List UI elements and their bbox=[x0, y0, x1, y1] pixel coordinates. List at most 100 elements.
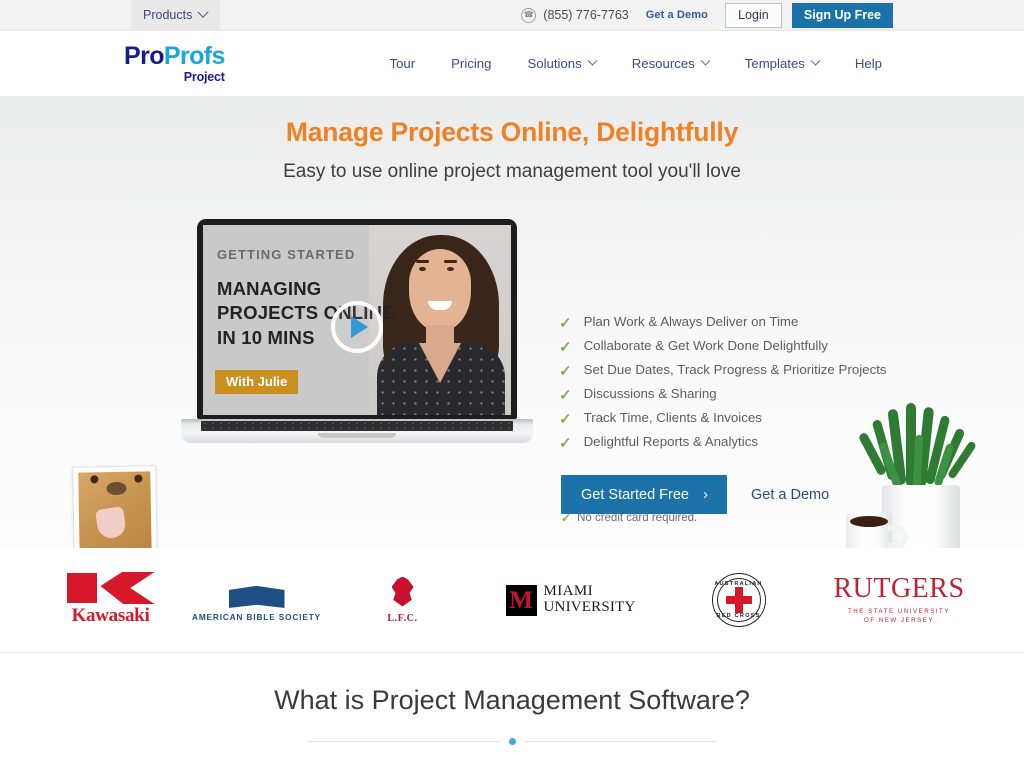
book-shape bbox=[228, 586, 285, 608]
dog-eye-right bbox=[134, 474, 143, 483]
dog-tongue bbox=[94, 506, 128, 541]
rutgers-sub2: OF NEW JERSEY bbox=[863, 617, 935, 624]
presenter-eye-left bbox=[419, 267, 426, 271]
feature-label: Track Time, Clients & Invoices bbox=[583, 410, 762, 425]
feature-label: Collaborate & Get Work Done Delightfully bbox=[583, 338, 828, 353]
hero-cta-row: Get Started Free › Get a Demo bbox=[561, 475, 829, 514]
miami-lockup: M MIAMI UNIVERSITY bbox=[505, 583, 636, 616]
feature-label: Delightful Reports & Analytics bbox=[583, 434, 758, 449]
landing-page: Products ☎ (855) 776-7763 Get a Demo Log… bbox=[0, 0, 1024, 764]
nav-item-resources[interactable]: Resources bbox=[614, 55, 727, 71]
section-title: What is Project Management Software? bbox=[274, 685, 750, 715]
chevron-down-icon bbox=[810, 55, 821, 66]
lfc-wordmark: L.F.C. bbox=[387, 612, 418, 624]
open-book-icon bbox=[228, 578, 285, 608]
hero-section: Manage Projects Online, Delightfully Eas… bbox=[0, 97, 1024, 552]
red-cross-seal-icon: AUSTRALIAN RED CROSS bbox=[711, 573, 766, 627]
check-icon: ✓ bbox=[559, 339, 572, 356]
hero-subtitle: Easy to use online project management to… bbox=[283, 161, 741, 182]
feature-label: Plan Work & Always Deliver on Time bbox=[583, 314, 799, 329]
nav-label: Tour bbox=[389, 56, 416, 71]
logo-liverpool-fc: L.F.C. bbox=[330, 560, 476, 640]
feature-item: ✓ Plan Work & Always Deliver on Time bbox=[559, 314, 887, 338]
kawasaki-wordmark: Kawasaki bbox=[71, 605, 150, 626]
nav-items: Tour Pricing Solutions Resources Templat… bbox=[371, 55, 900, 71]
logo-miami-university: M MIAMI UNIVERSITY bbox=[476, 560, 666, 640]
divider-line-left bbox=[307, 741, 500, 742]
products-menu[interactable]: Products bbox=[131, 0, 221, 30]
feature-item: ✓ Collaborate & Get Work Done Delightful… bbox=[559, 338, 887, 362]
nav-label: Resources bbox=[631, 56, 695, 71]
check-icon: ✓ bbox=[559, 315, 572, 332]
hero-title: Manage Projects Online, Delightfully bbox=[285, 117, 739, 147]
check-icon: ✓ bbox=[561, 511, 572, 525]
hero-get-a-demo-link[interactable]: Get a Demo bbox=[751, 487, 829, 503]
nav-item-help[interactable]: Help bbox=[837, 56, 900, 71]
logo-product-text: Project bbox=[183, 69, 225, 84]
logo-australian-red-cross: AUSTRALIAN RED CROSS bbox=[666, 560, 812, 640]
chevron-down-icon bbox=[197, 6, 210, 18]
miami-line2: UNIVERSITY bbox=[543, 599, 636, 615]
logo-wordmark: ProProfs bbox=[124, 41, 226, 70]
chevron-right-icon: › bbox=[703, 486, 708, 503]
miami-line1: MIAMI bbox=[543, 583, 593, 600]
check-icon: ✓ bbox=[559, 411, 572, 428]
section-divider bbox=[307, 738, 717, 745]
laptop-lid: GETTING STARTED MANAGING PROJECTS ONLINE… bbox=[197, 219, 517, 419]
check-icon: ✓ bbox=[559, 363, 572, 380]
miami-m-icon: M bbox=[505, 584, 537, 616]
signup-free-button[interactable]: Sign Up Free bbox=[791, 2, 893, 28]
nav-item-templates[interactable]: Templates bbox=[727, 55, 837, 71]
video-presenter-badge: With Julie bbox=[215, 370, 299, 394]
miami-wordmark: MIAMI UNIVERSITY bbox=[543, 583, 636, 616]
logo-profs-text: Profs bbox=[163, 41, 226, 70]
arc-bottom-text: RED CROSS bbox=[716, 613, 761, 619]
nav-label: Pricing bbox=[451, 56, 492, 71]
logo-rutgers: RUTGERS THE STATE UNIVERSITY OF NEW JERS… bbox=[812, 560, 987, 640]
rutgers-wordmark: RUTGERS bbox=[833, 572, 965, 604]
proprofs-project-logo[interactable]: ProProfs Project bbox=[124, 41, 226, 84]
nav-label: Templates bbox=[744, 56, 805, 71]
video-headline-line1: MANAGING bbox=[217, 278, 322, 299]
nav-item-solutions[interactable]: Solutions bbox=[509, 55, 613, 71]
utility-bar-right: ☎ (855) 776-7763 Get a Demo Login Sign U… bbox=[521, 0, 1024, 30]
what-is-pm-software-section: What is Project Management Software? bbox=[0, 653, 1024, 764]
check-icon: ✓ bbox=[559, 435, 572, 452]
feature-item: ✓ Track Time, Clients & Invoices bbox=[559, 410, 887, 434]
kawasaki-mark-icon bbox=[66, 573, 155, 603]
no-credit-card-note: ✓ No credit card required. bbox=[561, 512, 697, 524]
note-label: No credit card required. bbox=[577, 512, 698, 524]
feature-label: Set Due Dates, Track Progress & Prioriti… bbox=[583, 362, 887, 377]
coffee-surface bbox=[850, 516, 888, 527]
customer-logo-strip: Kawasaki AMERICAN BIBLE SOCIETY L.F.C. M… bbox=[0, 548, 1024, 653]
laptop-base bbox=[181, 419, 533, 443]
divider-dot-icon bbox=[508, 738, 516, 745]
feature-item: ✓ Delightful Reports & Analytics bbox=[559, 434, 887, 458]
presenter-brow-right bbox=[444, 260, 457, 263]
play-triangle bbox=[351, 316, 368, 338]
video-thumbnail[interactable]: GETTING STARTED MANAGING PROJECTS ONLINE… bbox=[203, 225, 511, 415]
nav-item-tour[interactable]: Tour bbox=[371, 56, 433, 71]
login-button[interactable]: Login bbox=[724, 2, 782, 28]
check-icon: ✓ bbox=[559, 387, 572, 404]
play-button-icon[interactable] bbox=[331, 301, 383, 353]
feature-label: Discussions & Sharing bbox=[583, 386, 717, 401]
chevron-down-icon bbox=[587, 55, 598, 66]
nav-label: Help bbox=[854, 56, 882, 71]
main-navigation: ProProfs Project Tour Pricing Solutions … bbox=[0, 31, 1024, 97]
hero-feature-list: ✓ Plan Work & Always Deliver on Time ✓ C… bbox=[559, 314, 887, 458]
utility-bar: Products ☎ (855) 776-7763 Get a Demo Log… bbox=[0, 0, 1024, 31]
nav-item-pricing[interactable]: Pricing bbox=[433, 56, 509, 71]
laptop-notch bbox=[318, 433, 396, 438]
laptop-keyboard bbox=[201, 421, 513, 431]
phone-number[interactable]: ☎ (855) 776-7763 bbox=[521, 7, 629, 23]
get-started-free-button[interactable]: Get Started Free › bbox=[561, 475, 727, 514]
rutgers-lockup: RUTGERS THE STATE UNIVERSITY OF NEW JERS… bbox=[833, 572, 965, 626]
red-cross-icon bbox=[725, 587, 752, 613]
get-a-demo-link[interactable]: Get a Demo bbox=[646, 9, 708, 21]
laptop-video-mockup: GETTING STARTED MANAGING PROJECTS ONLINE… bbox=[181, 219, 533, 443]
logo-kawasaki: Kawasaki bbox=[38, 560, 184, 640]
abs-wordmark: AMERICAN BIBLE SOCIETY bbox=[192, 613, 321, 622]
logo-american-bible-society: AMERICAN BIBLE SOCIETY bbox=[184, 560, 330, 640]
desk-photo-frame bbox=[72, 465, 158, 552]
